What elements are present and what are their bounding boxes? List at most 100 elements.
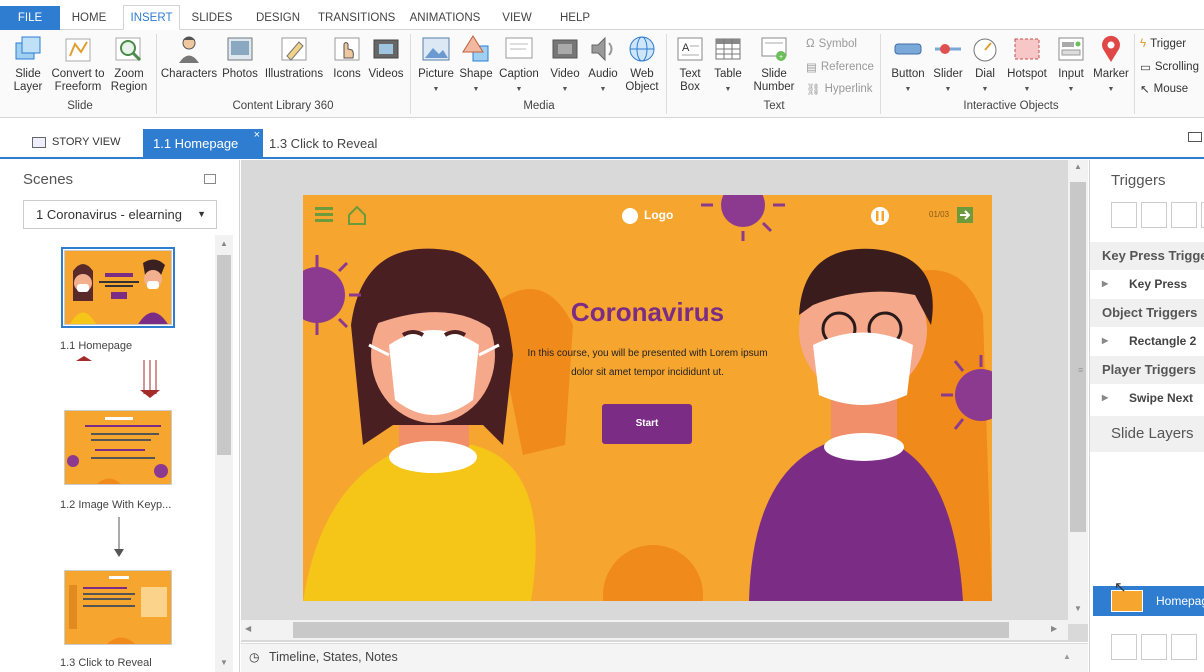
symbol-button[interactable]: Ω Symbol: [806, 38, 857, 50]
slide-thumbnail-2[interactable]: [64, 410, 172, 485]
trigger-item-key-press[interactable]: ▶ Key Press: [1090, 270, 1204, 298]
layer-item-homepage[interactable]: Homepage: [1093, 586, 1204, 616]
timeline-bar[interactable]: ◷ Timeline, States, Notes ▲: [241, 643, 1088, 672]
slide-homepage[interactable]: Logo 01/03 Coronavirus In this course, y…: [303, 195, 992, 601]
close-icon[interactable]: ×: [254, 121, 260, 150]
expand-icon[interactable]: ▶: [1102, 384, 1108, 412]
scrollbar-thumb[interactable]: [1070, 182, 1086, 532]
tab-home[interactable]: HOME: [68, 6, 110, 30]
tab-slides[interactable]: SLIDES: [190, 6, 234, 30]
scenes-scrollbar[interactable]: ▲ ▼: [215, 235, 233, 672]
edit-trigger-icon[interactable]: [1141, 202, 1167, 228]
characters-button[interactable]: Characters: [160, 34, 218, 81]
arrow-right-icon[interactable]: [956, 206, 974, 224]
scene-dropdown[interactable]: 1 Coronavirus - elearning ▼: [23, 200, 217, 229]
tab-homepage[interactable]: 1.1 Homepage ×: [143, 129, 263, 158]
slide-layer-button[interactable]: Slide Layer: [8, 34, 48, 94]
arrow-down-icon: [114, 517, 124, 557]
trigger-item-swipe-next[interactable]: ▶ Swipe Next: [1090, 384, 1204, 412]
tab-animations[interactable]: ANIMATIONS: [408, 6, 482, 30]
caption-icon: [505, 37, 533, 59]
video-button[interactable]: Video ▼: [546, 34, 584, 96]
scrolling-button[interactable]: ▭ Scrolling: [1140, 60, 1199, 74]
icons-button[interactable]: Icons: [330, 34, 364, 81]
scroll-left-icon[interactable]: ◀: [245, 624, 251, 633]
zoom-region-button[interactable]: Zoom Region: [108, 34, 150, 94]
tab-transitions[interactable]: TRANSITIONS: [318, 6, 395, 30]
scrollbar-thumb[interactable]: [293, 622, 1009, 638]
slide-thumbnail-1[interactable]: [61, 247, 175, 328]
chevron-down-icon: ▼: [197, 209, 206, 219]
dial-button[interactable]: Dial ▼: [968, 34, 1002, 96]
zoom-label-1: Zoom: [114, 68, 144, 80]
zoom-icon: [115, 37, 142, 62]
trash-icon[interactable]: [1171, 634, 1197, 660]
videos-button[interactable]: Videos: [366, 34, 406, 81]
button-insert-button[interactable]: Button ▼: [886, 34, 930, 96]
scroll-down-icon[interactable]: ▼: [215, 654, 233, 672]
tab-help[interactable]: HELP: [558, 6, 592, 30]
slide-layer-icon: [15, 36, 41, 60]
hotspot-button[interactable]: Hotspot ▼: [1004, 34, 1050, 96]
collapse-panel-icon[interactable]: [204, 174, 216, 184]
input-button[interactable]: Input ▼: [1052, 34, 1090, 96]
tab-file[interactable]: FILE: [0, 6, 60, 30]
tab-view[interactable]: VIEW: [500, 6, 534, 30]
group-text-label: Text: [763, 100, 785, 112]
tab-click-to-reveal[interactable]: 1.3 Click to Reveal: [269, 129, 377, 158]
expand-icon[interactable]: ▶: [1102, 327, 1108, 355]
hyperlink-button[interactable]: ⛓ Hyperlink: [806, 82, 873, 96]
resize-handle-icon[interactable]: ≡: [1078, 365, 1083, 375]
marker-label: Marker: [1093, 68, 1129, 80]
photos-button[interactable]: Photos: [220, 34, 260, 81]
convert-freeform-button[interactable]: Convert to Freeform: [48, 34, 108, 94]
monitor-icon[interactable]: [1188, 132, 1202, 142]
triggers-title: Triggers: [1111, 172, 1166, 189]
text-box-button[interactable]: A Text Box: [672, 34, 708, 94]
table-button[interactable]: Table ▼: [710, 34, 746, 96]
canvas-horizontal-scrollbar[interactable]: ◀ ▶: [241, 620, 1068, 640]
audio-button[interactable]: Audio ▼: [584, 34, 622, 96]
canvas-vertical-scrollbar[interactable]: ▲ ▼: [1068, 160, 1088, 624]
shape-button[interactable]: Shape ▼: [458, 34, 494, 96]
story-view-tab[interactable]: STORY VIEW: [32, 136, 120, 148]
copy-trigger-icon[interactable]: [1171, 202, 1197, 228]
slide-number-button[interactable]: + Slide Number: [750, 34, 798, 94]
scroll-up-icon[interactable]: ▲: [215, 235, 233, 253]
illustrations-button[interactable]: Illustrations: [262, 34, 326, 81]
scrollbar-thumb[interactable]: [217, 255, 231, 455]
scene-dropdown-value: 1 Coronavirus - elearning: [36, 207, 182, 222]
hotspot-label: Hotspot: [1007, 68, 1047, 80]
expand-icon[interactable]: ▶: [1102, 270, 1108, 298]
start-button[interactable]: Start: [602, 404, 692, 444]
slider-button[interactable]: Slider ▼: [930, 34, 966, 96]
duplicate-layer-icon[interactable]: [1141, 634, 1167, 660]
scroll-up-icon[interactable]: ▲: [1068, 162, 1088, 171]
shape-icon: [462, 35, 489, 62]
tab-insert[interactable]: INSERT: [123, 5, 180, 30]
slide-thumbnail-3[interactable]: [64, 570, 172, 645]
key-press-triggers-header[interactable]: Key Press Triggers: [1090, 242, 1204, 270]
trigger-item-rectangle[interactable]: ▶ Rectangle 2: [1090, 327, 1204, 355]
web-object-button[interactable]: Web Object: [622, 34, 662, 94]
reference-button[interactable]: ▤ Reference: [806, 60, 874, 74]
new-trigger-icon[interactable]: [1111, 202, 1137, 228]
marker-button[interactable]: Marker ▼: [1092, 34, 1130, 96]
new-layer-icon[interactable]: [1111, 634, 1137, 660]
separator: [156, 34, 157, 114]
mouse-button[interactable]: ↖ Mouse: [1140, 82, 1188, 96]
tab-design[interactable]: DESIGN: [254, 6, 302, 30]
chevron-up-icon[interactable]: ▲: [1063, 652, 1071, 661]
player-triggers-header[interactable]: Player Triggers: [1090, 356, 1204, 384]
trigger-button[interactable]: ϟ Trigger: [1140, 38, 1186, 50]
caption-label: Caption: [499, 68, 539, 80]
picture-button[interactable]: Picture ▼: [416, 34, 456, 96]
caption-button[interactable]: Caption ▼: [496, 34, 542, 96]
menu-icon[interactable]: [317, 205, 337, 225]
pause-icon[interactable]: [870, 206, 890, 226]
slide-number-label-2: Number: [753, 81, 795, 93]
object-triggers-header[interactable]: Object Triggers: [1090, 299, 1204, 327]
home-icon[interactable]: [347, 205, 367, 225]
scroll-right-icon[interactable]: ▶: [1051, 624, 1057, 633]
scroll-down-icon[interactable]: ▼: [1068, 604, 1088, 613]
